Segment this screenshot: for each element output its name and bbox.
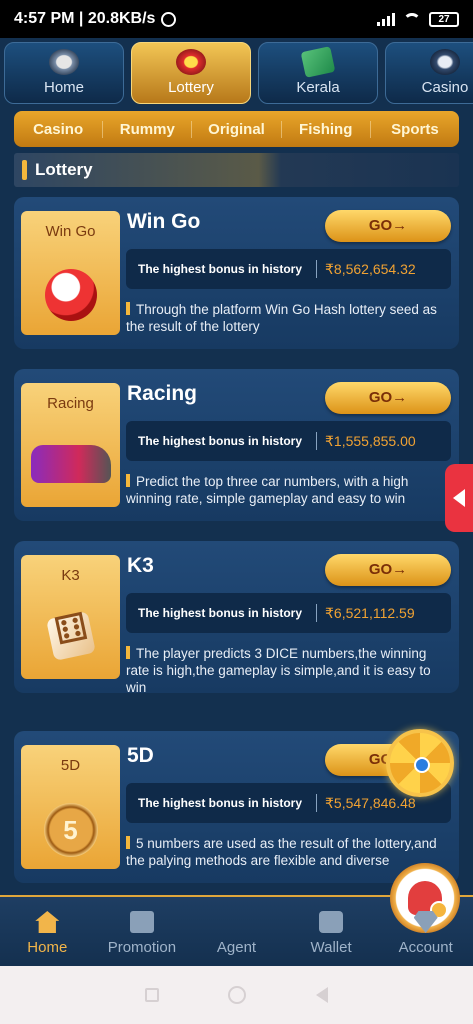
- section-title: Lottery: [35, 160, 93, 179]
- game-title: Racing: [127, 382, 198, 405]
- bonus-label: The highest bonus in history: [138, 434, 303, 448]
- section-accent-bar: [22, 160, 27, 180]
- agent-icon: [408, 881, 449, 919]
- nav-agent[interactable]: Agent: [189, 863, 461, 966]
- game-description: 5 numbers are used as the result of the …: [126, 835, 451, 869]
- nav-wallet[interactable]: Wallet: [284, 897, 379, 966]
- recent-apps-icon[interactable]: [144, 988, 159, 1002]
- home-icon: [49, 49, 79, 75]
- top-tabs: Home Lottery Kerala Casino: [4, 42, 473, 104]
- tab-label: Casino: [421, 79, 469, 96]
- race-car-icon: [30, 445, 111, 483]
- tab-label: Home: [43, 79, 84, 96]
- divider: [316, 604, 317, 622]
- signal-icon: [377, 12, 395, 26]
- kerala-icon: [300, 46, 336, 78]
- divider: [316, 432, 317, 450]
- game-description: Through the platform Win Go Hash lottery…: [126, 301, 451, 335]
- bonus-row: The highest bonus in history ₹6,521,112.…: [126, 593, 451, 633]
- bonus-value: ₹1,555,855.00: [325, 432, 416, 449]
- game-thumbnail[interactable]: Racing: [21, 383, 120, 507]
- nav-label: Agent: [216, 939, 257, 956]
- sub-tab-rummy[interactable]: Rummy: [103, 120, 193, 138]
- game-title: 5D: [127, 744, 154, 767]
- status-right: 27: [377, 11, 459, 27]
- bonus-label: The highest bonus in history: [138, 606, 303, 620]
- side-drawer-toggle[interactable]: [445, 464, 473, 532]
- bingo-ball-icon: [44, 269, 97, 321]
- status-bar: 4:57 PM | 20.8KB/s 27: [0, 0, 473, 38]
- divider: [316, 794, 317, 812]
- thumbnail-label: Racing: [47, 395, 94, 412]
- game-thumbnail[interactable]: Win Go: [21, 211, 120, 335]
- lottery-icon: [176, 49, 206, 75]
- bonus-row: The highest bonus in history ₹1,555,855.…: [126, 421, 451, 461]
- bonus-row: The highest bonus in history ₹8,562,654.…: [126, 249, 451, 289]
- thumbnail-label: K3: [61, 567, 80, 584]
- app-screen: Home Lottery Kerala Casino Casino Rummy …: [0, 38, 473, 966]
- game-card-k3[interactable]: K3 K3 GO→ The highest bonus in history ₹…: [14, 541, 459, 696]
- status-time: 4:57 PM | 20.8KB/s: [14, 10, 156, 27]
- coin-five-icon: 5: [43, 803, 98, 857]
- game-thumbnail[interactable]: 5D 5: [21, 745, 120, 869]
- tab-label: Lottery: [168, 79, 214, 96]
- game-title: Win Go: [127, 210, 201, 233]
- wallet-icon: [319, 911, 344, 933]
- sub-tab-fishing[interactable]: Fishing: [282, 120, 371, 138]
- bonus-label: The highest bonus in history: [138, 262, 303, 276]
- system-nav-bar: [0, 966, 473, 1024]
- alarm-icon: [161, 11, 177, 27]
- go-button[interactable]: GO→: [325, 210, 451, 242]
- home-icon: [35, 911, 60, 933]
- game-card-wingo[interactable]: Win Go Win Go GO→ The highest bonus in h…: [14, 197, 459, 349]
- back-icon[interactable]: [316, 987, 329, 1003]
- sub-tab-original[interactable]: Original: [192, 120, 282, 138]
- bonus-label: The highest bonus in history: [138, 796, 303, 810]
- battery-icon: 27: [429, 11, 459, 27]
- go-button[interactable]: GO→: [325, 554, 451, 586]
- thumbnail-label: Win Go: [45, 223, 96, 240]
- nav-label: Account: [398, 939, 453, 956]
- lucky-wheel-icon[interactable]: [386, 729, 454, 797]
- divider: [316, 260, 317, 278]
- nav-label: Home: [27, 939, 68, 956]
- nav-label: Promotion: [107, 939, 177, 956]
- bonus-value: ₹8,562,654.32: [325, 260, 416, 277]
- category-sub-tabs: Casino Rummy Original Fishing Sports: [14, 111, 459, 147]
- tab-home[interactable]: Home: [4, 42, 124, 104]
- game-description: Predict the top three car numbers, with …: [126, 473, 451, 507]
- sub-tab-sports[interactable]: Sports: [371, 121, 459, 138]
- casino-icon: [430, 49, 460, 75]
- bonus-value: ₹6,521,112.59: [325, 604, 415, 621]
- tab-lottery[interactable]: Lottery: [131, 42, 251, 104]
- nav-label: Wallet: [310, 939, 352, 956]
- tab-casino[interactable]: Casino: [385, 42, 473, 104]
- thumbnail-label: 5D: [60, 757, 81, 774]
- game-card-racing[interactable]: Racing Racing GO→ The highest bonus in h…: [14, 369, 459, 521]
- game-title: K3: [127, 554, 154, 577]
- status-left: 4:57 PM | 20.8KB/s: [14, 10, 177, 28]
- bonus-value: ₹5,547,846.48: [325, 794, 416, 811]
- nav-home[interactable]: Home: [0, 897, 95, 966]
- nav-promotion[interactable]: Promotion: [95, 897, 190, 966]
- dice-icon: [45, 611, 96, 661]
- game-thumbnail[interactable]: K3: [21, 555, 120, 679]
- tab-label: Kerala: [296, 79, 340, 96]
- game-description: The player predicts 3 DICE numbers,the w…: [126, 645, 451, 696]
- go-button[interactable]: GO→: [325, 382, 451, 414]
- gift-icon: [129, 911, 154, 933]
- tab-kerala[interactable]: Kerala: [258, 42, 378, 104]
- bottom-nav: Home Promotion Agent Wallet Account: [0, 863, 473, 966]
- section-header: Lottery: [14, 153, 459, 187]
- home-circle-icon[interactable]: [228, 986, 247, 1004]
- sub-tab-casino[interactable]: Casino: [14, 120, 104, 138]
- wifi-icon: [403, 12, 421, 26]
